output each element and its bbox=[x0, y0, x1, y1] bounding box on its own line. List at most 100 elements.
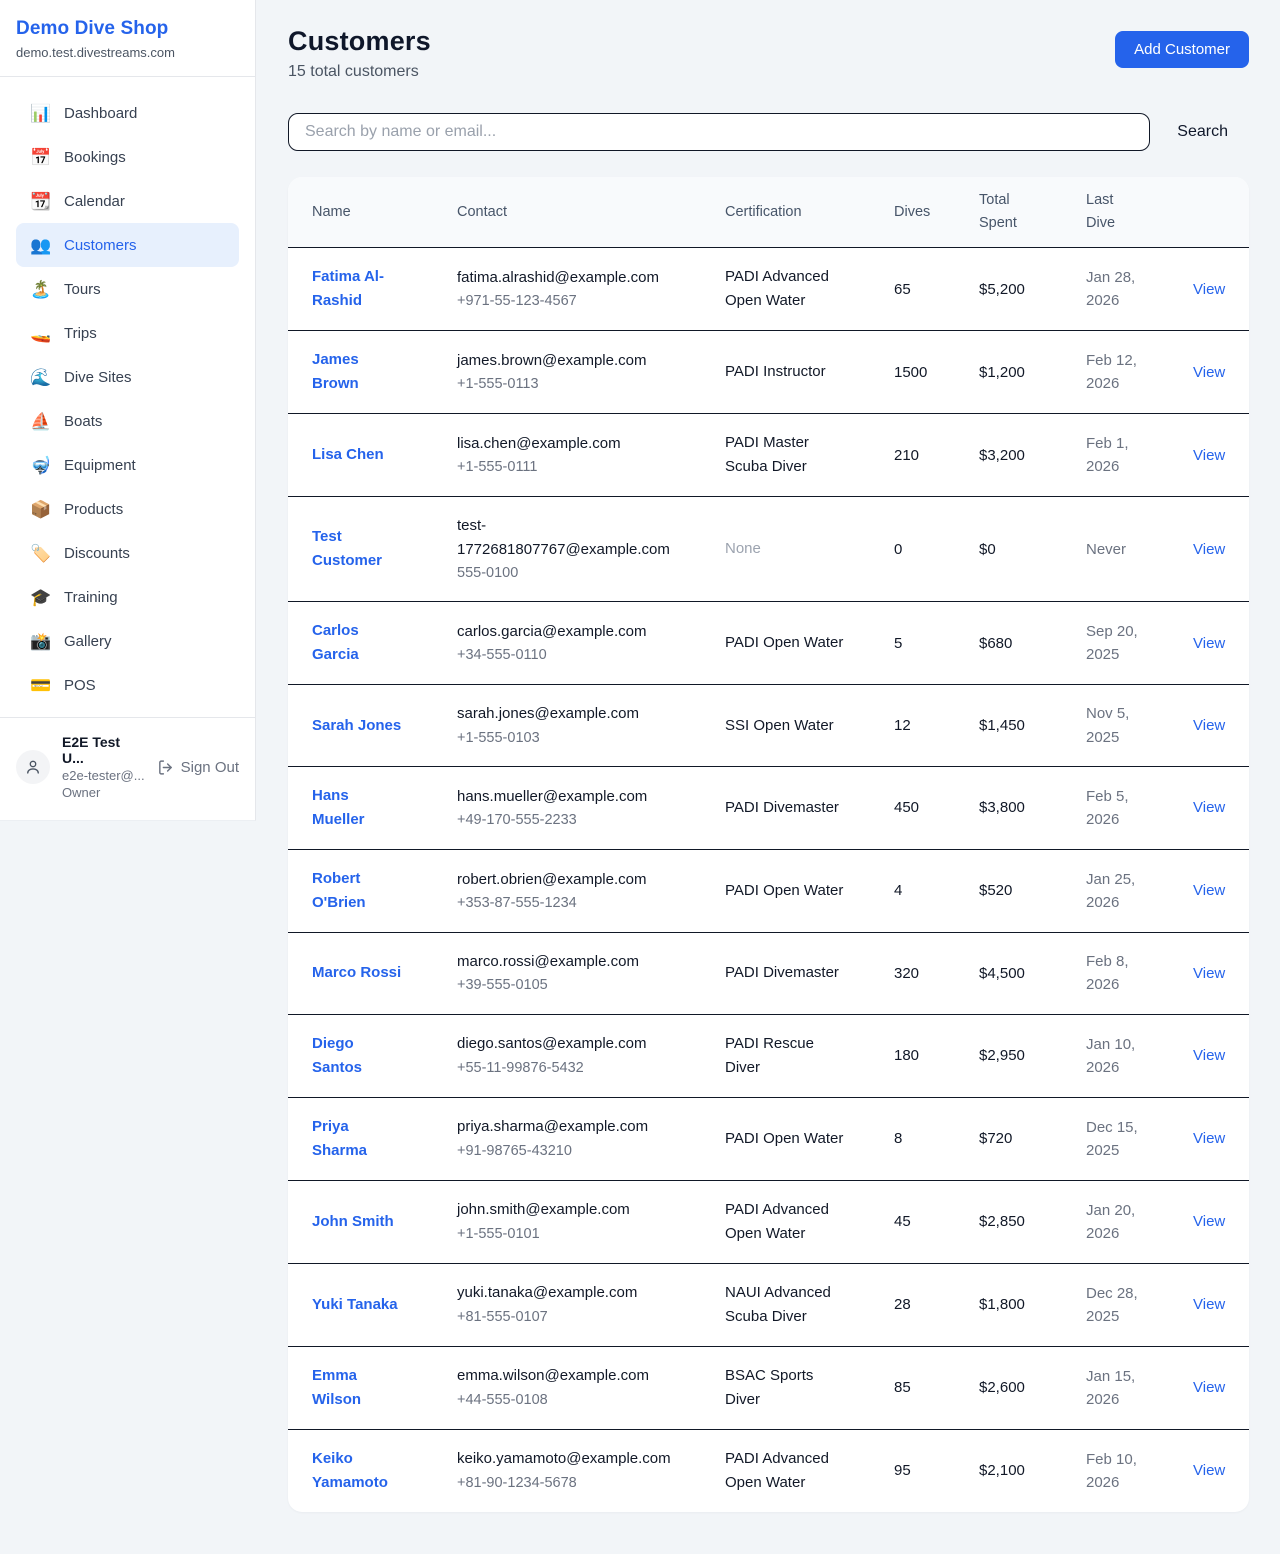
view-link[interactable]: View bbox=[1193, 882, 1225, 899]
avatar bbox=[16, 750, 50, 784]
sidebar-item-discounts[interactable]: 🏷️ Discounts bbox=[16, 531, 239, 575]
customer-name-link[interactable]: Carlos Garcia bbox=[312, 619, 405, 667]
view-link[interactable]: View bbox=[1193, 1213, 1225, 1230]
customer-email: hans.mueller@example.com bbox=[457, 785, 675, 808]
view-link[interactable]: View bbox=[1193, 799, 1225, 816]
sidebar-item-label: Gallery bbox=[64, 633, 112, 650]
sidebar-item-equipment[interactable]: 🤿 Equipment bbox=[16, 443, 239, 487]
customer-name-link[interactable]: Keiko Yamamoto bbox=[312, 1447, 405, 1495]
dive-mask-icon: 🤿 bbox=[30, 457, 52, 474]
customer-phone: +34-555-0110 bbox=[457, 644, 709, 666]
customer-email: keiko.yamamoto@example.com bbox=[457, 1447, 675, 1470]
wave-icon: 🌊 bbox=[30, 369, 52, 386]
dives-cell: 8 bbox=[894, 1097, 979, 1180]
person-icon bbox=[24, 758, 42, 776]
view-link[interactable]: View bbox=[1193, 1130, 1225, 1147]
view-link[interactable]: View bbox=[1193, 281, 1225, 298]
dives-cell: 1500 bbox=[894, 331, 979, 414]
users-icon: 👥 bbox=[30, 237, 52, 254]
customer-name-link[interactable]: Priya Sharma bbox=[312, 1115, 405, 1163]
sidebar-item-pos[interactable]: 💳 POS bbox=[16, 663, 239, 707]
sidebar: Demo Dive Shop demo.test.divestreams.com… bbox=[0, 0, 256, 821]
view-link[interactable]: View bbox=[1193, 635, 1225, 652]
dives-cell: 0 bbox=[894, 497, 979, 602]
dives-cell: 320 bbox=[894, 933, 979, 1015]
add-customer-button[interactable]: Add Customer bbox=[1115, 31, 1249, 68]
customer-email: marco.rossi@example.com bbox=[457, 950, 675, 973]
user-name: E2E Test U... bbox=[62, 734, 145, 766]
certification-cell: PADI Divemaster bbox=[725, 961, 849, 985]
last-dive-cell: Feb 8, 2026 bbox=[1086, 950, 1148, 997]
sidebar-item-trips[interactable]: 🚤 Trips bbox=[16, 311, 239, 355]
customer-name-link[interactable]: Lisa Chen bbox=[312, 443, 384, 467]
speedboat-icon: 🚤 bbox=[30, 325, 52, 342]
last-dive-cell: Feb 1, 2026 bbox=[1086, 432, 1148, 479]
customer-name-link[interactable]: James Brown bbox=[312, 348, 405, 396]
column-header-total-spent: Total Spent bbox=[979, 177, 1086, 248]
total-spent-cell: $720 bbox=[979, 1097, 1086, 1180]
bar-chart-icon: 📊 bbox=[30, 105, 52, 122]
total-spent-cell: $5,200 bbox=[979, 248, 1086, 331]
search-button[interactable]: Search bbox=[1177, 117, 1228, 147]
sidebar-item-dashboard[interactable]: 📊 Dashboard bbox=[16, 91, 239, 135]
view-link[interactable]: View bbox=[1193, 1047, 1225, 1064]
customer-name-link[interactable]: Emma Wilson bbox=[312, 1364, 405, 1412]
customer-name-link[interactable]: Robert O'Brien bbox=[312, 867, 405, 915]
table-row: Priya Sharma priya.sharma@example.com+91… bbox=[288, 1097, 1249, 1180]
view-link[interactable]: View bbox=[1193, 541, 1225, 558]
view-link[interactable]: View bbox=[1193, 1462, 1225, 1479]
customer-email: carlos.garcia@example.com bbox=[457, 620, 675, 643]
tag-icon: 🏷️ bbox=[30, 545, 52, 562]
certification-cell: PADI Divemaster bbox=[725, 796, 849, 820]
sidebar-item-boats[interactable]: ⛵ Boats bbox=[16, 399, 239, 443]
table-row: Marco Rossi marco.rossi@example.com+39-5… bbox=[288, 933, 1249, 1015]
total-spent-cell: $1,450 bbox=[979, 685, 1086, 767]
sidebar-item-label: Calendar bbox=[64, 193, 125, 210]
dives-cell: 210 bbox=[894, 414, 979, 497]
view-link[interactable]: View bbox=[1193, 1296, 1225, 1313]
customer-email: priya.sharma@example.com bbox=[457, 1115, 675, 1138]
sidebar-item-dive-sites[interactable]: 🌊 Dive Sites bbox=[16, 355, 239, 399]
sidebar-header: Demo Dive Shop demo.test.divestreams.com bbox=[0, 0, 255, 77]
sidebar-item-label: Bookings bbox=[64, 149, 126, 166]
customer-name-link[interactable]: Fatima Al-Rashid bbox=[312, 265, 405, 313]
customer-name-link[interactable]: Yuki Tanaka bbox=[312, 1293, 398, 1317]
sidebar-item-training[interactable]: 🎓 Training bbox=[16, 575, 239, 619]
search-row: Search bbox=[288, 113, 1249, 151]
view-link[interactable]: View bbox=[1193, 447, 1225, 464]
customer-name-link[interactable]: Test Customer bbox=[312, 525, 405, 573]
view-link[interactable]: View bbox=[1193, 965, 1225, 982]
sidebar-item-tours[interactable]: 🏝️ Tours bbox=[16, 267, 239, 311]
last-dive-cell: Jan 28, 2026 bbox=[1086, 266, 1148, 313]
certification-cell: PADI Open Water bbox=[725, 1127, 849, 1151]
customer-name-link[interactable]: John Smith bbox=[312, 1210, 394, 1234]
customer-phone: +1-555-0111 bbox=[457, 456, 709, 478]
sidebar-item-products[interactable]: 📦 Products bbox=[16, 487, 239, 531]
last-dive-cell: Never bbox=[1086, 538, 1148, 561]
sidebar-item-bookings[interactable]: 📅 Bookings bbox=[16, 135, 239, 179]
customer-name-link[interactable]: Marco Rossi bbox=[312, 961, 401, 985]
dives-cell: 12 bbox=[894, 685, 979, 767]
sidebar-item-customers[interactable]: 👥 Customers bbox=[16, 223, 239, 267]
sidebar-item-label: Equipment bbox=[64, 457, 136, 474]
customers-table: Name Contact Certification Dives Total S… bbox=[288, 177, 1249, 1512]
view-link[interactable]: View bbox=[1193, 717, 1225, 734]
customer-name-link[interactable]: Sarah Jones bbox=[312, 714, 401, 738]
customer-email: sarah.jones@example.com bbox=[457, 702, 675, 725]
customer-name-link[interactable]: Diego Santos bbox=[312, 1032, 405, 1080]
total-spent-cell: $2,600 bbox=[979, 1346, 1086, 1429]
sidebar-item-gallery[interactable]: 📸 Gallery bbox=[16, 619, 239, 663]
view-link[interactable]: View bbox=[1193, 1379, 1225, 1396]
search-input[interactable] bbox=[288, 113, 1150, 151]
sidebar-item-calendar[interactable]: 📆 Calendar bbox=[16, 179, 239, 223]
customer-name-link[interactable]: Hans Mueller bbox=[312, 784, 405, 832]
view-link[interactable]: View bbox=[1193, 364, 1225, 381]
total-spent-cell: $3,800 bbox=[979, 767, 1086, 850]
sign-out-button[interactable]: Sign Out bbox=[157, 759, 239, 776]
total-spent-cell: $2,850 bbox=[979, 1180, 1086, 1263]
page-header: Customers 15 total customers Add Custome… bbox=[288, 26, 1249, 81]
sidebar-nav: 📊 Dashboard 📅 Bookings 📆 Calendar 👥 Cust… bbox=[0, 77, 255, 717]
certification-cell: BSAC Sports Diver bbox=[725, 1364, 849, 1412]
customer-email: diego.santos@example.com bbox=[457, 1032, 675, 1055]
sidebar-item-label: POS bbox=[64, 677, 96, 694]
